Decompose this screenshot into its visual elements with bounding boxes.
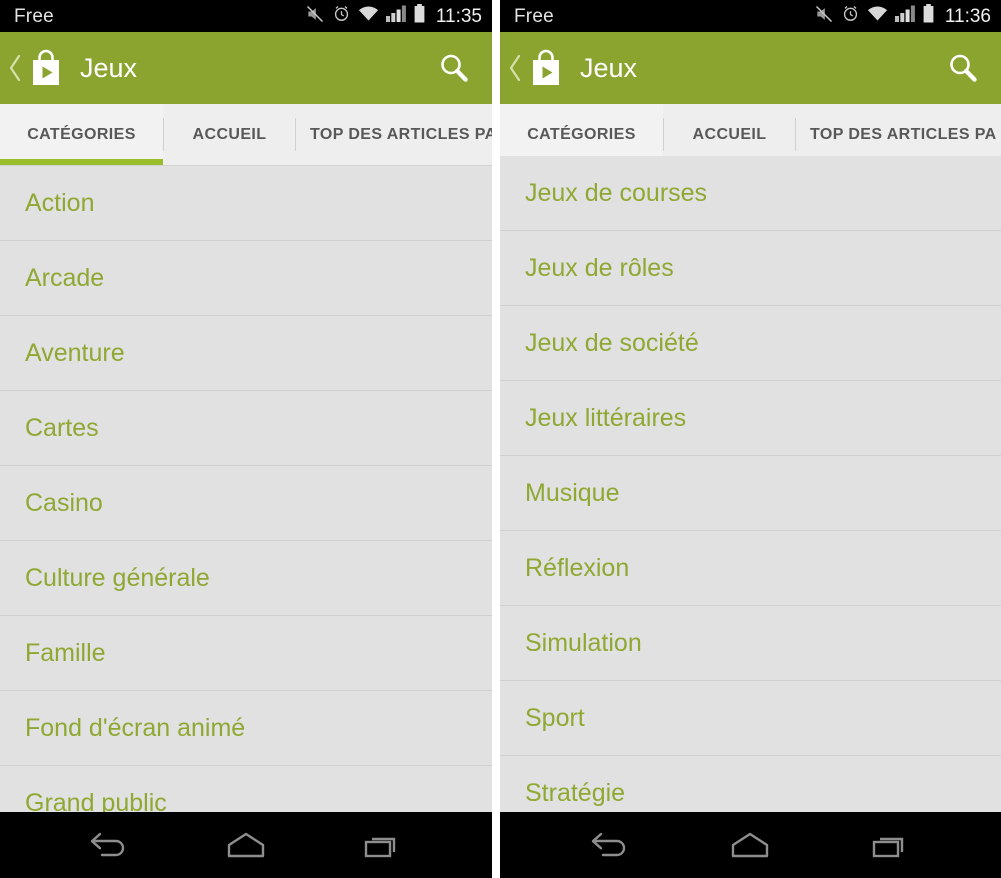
page-title: Jeux [580, 52, 638, 83]
list-item[interactable]: Simulation [500, 606, 1001, 681]
home-nav-icon[interactable] [210, 819, 282, 871]
list-item-label: Sport [525, 703, 585, 732]
list-item-label: Simulation [525, 628, 642, 657]
list-item[interactable]: Aventure [0, 316, 492, 391]
back-chevron-icon[interactable] [504, 53, 526, 83]
recents-nav-icon[interactable] [855, 819, 927, 871]
list-item[interactable]: Casino [0, 466, 492, 541]
action-bar: Jeux [0, 32, 492, 104]
list-item-label: Jeux de société [525, 328, 699, 357]
search-icon[interactable] [941, 46, 985, 90]
back-chevron-icon[interactable] [4, 53, 26, 83]
tab-label: TOP DES ARTICLES PA [810, 125, 997, 143]
phone-screen-right: Free 11:36 Jeux CATÉGORIES ACCUEIL TOP D… [500, 0, 1001, 878]
list-item[interactable]: Jeux littéraires [500, 381, 1001, 456]
list-item[interactable]: Fond d'écran animé [0, 691, 492, 766]
status-bar: Free 11:36 [500, 0, 1001, 32]
wifi-icon [358, 5, 379, 27]
list-item[interactable]: Jeux de rôles [500, 231, 1001, 306]
list-item[interactable]: Grand public [0, 766, 492, 812]
list-item-label: Culture générale [25, 563, 210, 592]
battery-icon [922, 4, 935, 28]
android-nav-bar [500, 812, 1001, 878]
list-item-label: Jeux de courses [525, 178, 708, 207]
signal-icon [894, 5, 915, 27]
list-item[interactable]: Musique [500, 456, 1001, 531]
list-item[interactable]: Arcade [0, 241, 492, 316]
list-item-label: Aventure [25, 338, 125, 367]
list-item-label: Musique [525, 478, 620, 507]
list-item[interactable]: Stratégie [500, 756, 1001, 812]
mute-icon [305, 4, 325, 29]
list-item[interactable]: Jeux de société [500, 306, 1001, 381]
status-clock: 11:35 [435, 5, 482, 27]
tab-label: CATÉGORIES [527, 125, 636, 143]
play-store-bag-icon[interactable] [528, 49, 564, 87]
list-item[interactable]: Famille [0, 616, 492, 691]
tab-categories[interactable]: CATÉGORIES [0, 104, 163, 165]
alarm-icon [332, 4, 351, 28]
tab-label: TOP DES ARTICLES PA [310, 125, 492, 143]
wifi-icon [867, 5, 888, 27]
mute-icon [814, 4, 834, 29]
alarm-icon [841, 4, 860, 28]
carrier-label: Free [514, 5, 554, 27]
list-item-label: Arcade [25, 263, 105, 292]
list-item-label: Réflexion [525, 553, 630, 582]
page-title: Jeux [80, 52, 138, 83]
tab-label: ACCUEIL [192, 125, 267, 143]
status-icons: 11:36 [814, 4, 991, 29]
tab-top-articles[interactable]: TOP DES ARTICLES PA [296, 104, 492, 165]
tab-accueil[interactable]: ACCUEIL [164, 104, 295, 165]
list-item[interactable]: Sport [500, 681, 1001, 756]
carrier-label: Free [14, 5, 54, 27]
search-icon[interactable] [432, 46, 476, 90]
list-item[interactable]: Réflexion [500, 531, 1001, 606]
list-item-label: Cartes [25, 413, 99, 442]
signal-icon [385, 5, 406, 27]
list-item-label: Action [25, 188, 95, 217]
list-item-label: Casino [25, 488, 103, 517]
play-store-bag-icon[interactable] [28, 49, 64, 87]
list-item-label: Stratégie [525, 778, 626, 807]
list-item[interactable]: Action [0, 166, 492, 241]
list-item-label: Jeux littéraires [525, 403, 687, 432]
status-bar: Free 11:35 [0, 0, 492, 32]
list-item[interactable]: Culture générale [0, 541, 492, 616]
category-list[interactable]: Jeux de courses Jeux de rôles Jeux de so… [500, 156, 1001, 812]
list-item-label: Fond d'écran animé [25, 713, 246, 742]
category-list[interactable]: Action Arcade Aventure Cartes Casino Cul… [0, 166, 492, 812]
tab-label: CATÉGORIES [27, 125, 136, 143]
back-nav-icon[interactable] [574, 819, 646, 871]
recents-nav-icon[interactable] [347, 819, 419, 871]
tab-bar: CATÉGORIES ACCUEIL TOP DES ARTICLES PA [0, 104, 492, 166]
list-item[interactable]: Cartes [0, 391, 492, 466]
action-bar: Jeux [500, 32, 1001, 104]
phone-screen-left: Free 11:35 Jeux CATÉGORIES ACCUEIL TOP D… [0, 0, 492, 878]
back-nav-icon[interactable] [73, 819, 145, 871]
list-item-label: Famille [25, 638, 106, 667]
battery-icon [413, 4, 426, 28]
dual-screenshot-container: Free 11:35 Jeux CATÉGORIES ACCUEIL TOP D… [0, 0, 1001, 878]
list-item-label: Grand public [25, 788, 167, 813]
android-nav-bar [0, 812, 492, 878]
status-clock: 11:36 [944, 5, 991, 27]
tab-label: ACCUEIL [692, 125, 767, 143]
home-nav-icon[interactable] [714, 819, 786, 871]
list-item-label: Jeux de rôles [525, 253, 674, 282]
status-icons: 11:35 [305, 4, 482, 29]
list-item[interactable]: Jeux de courses [500, 156, 1001, 231]
